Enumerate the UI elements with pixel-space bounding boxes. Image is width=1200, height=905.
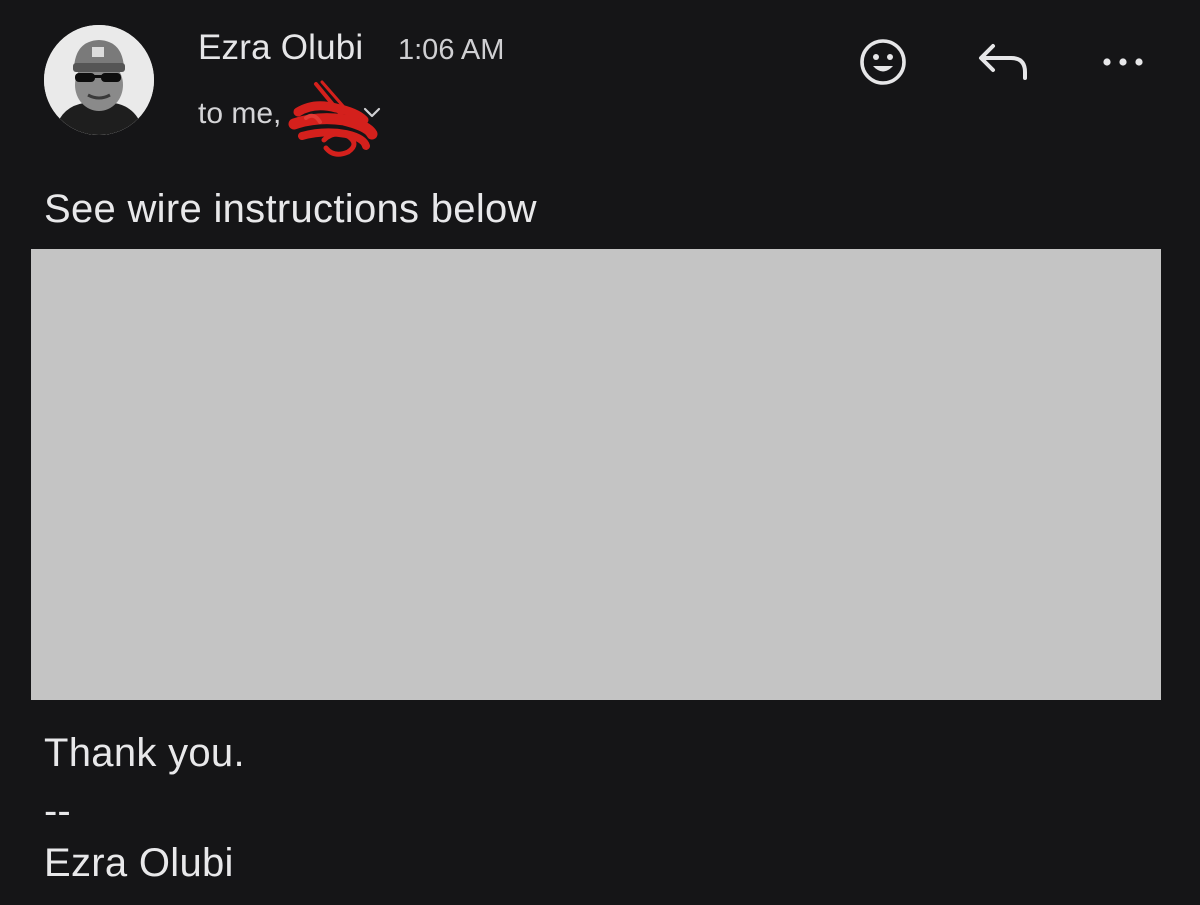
signature-separator: -- (44, 789, 71, 833)
message-body-intro: See wire instructions below (44, 187, 537, 231)
sender-name[interactable]: Ezra Olubi (198, 28, 363, 68)
sent-time: 1:06 AM (398, 34, 505, 66)
reply-arrow-icon (979, 44, 1027, 80)
recipients-text: to me, (198, 97, 282, 130)
message-closing: Thank you. (44, 731, 245, 775)
recipients-line[interactable]: to me, (198, 94, 281, 134)
more-horizontal-icon (1103, 58, 1143, 66)
message-header: Ezra Olubi 1:06 AM to me, (0, 0, 1200, 170)
sender-avatar[interactable] (44, 25, 154, 135)
redacted-image-block (31, 249, 1161, 700)
add-reaction-button[interactable] (855, 34, 911, 90)
smiley-face-icon (860, 39, 906, 85)
reply-button[interactable] (975, 34, 1031, 90)
signature-name: Ezra Olubi (44, 841, 234, 885)
person-avatar-icon (44, 25, 154, 135)
chevron-down-icon[interactable] (360, 100, 384, 124)
more-options-button[interactable] (1095, 34, 1151, 90)
